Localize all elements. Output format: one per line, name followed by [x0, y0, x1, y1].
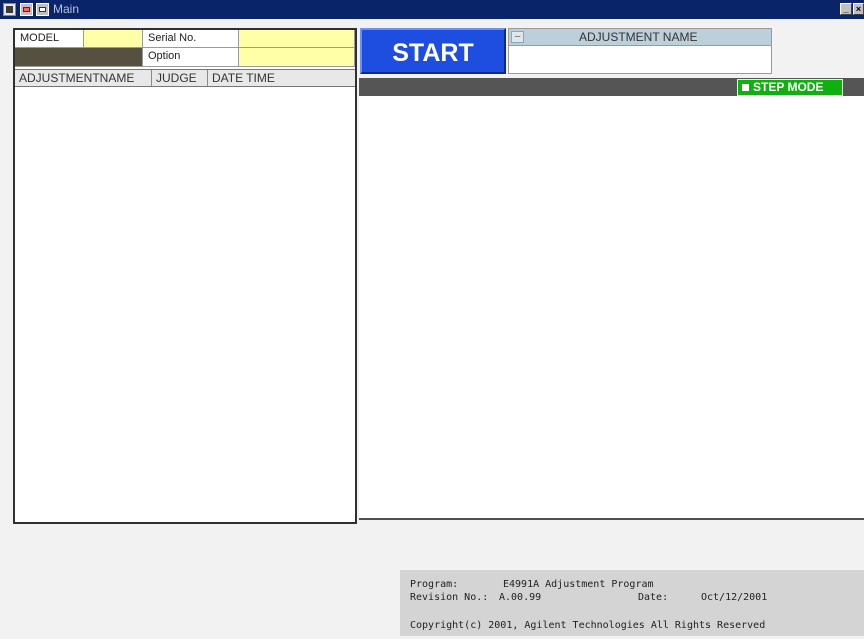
window-mode-icon[interactable] — [20, 3, 33, 16]
results-panel: MODEL Serial No. Option ADJUSTMENTNAME J… — [13, 28, 357, 524]
minimize-button[interactable]: _ — [840, 3, 852, 15]
step-mode-label: STEP MODE — [753, 80, 824, 94]
program-label: Program: — [410, 579, 459, 590]
revision-value: A.00.99 — [499, 592, 542, 603]
title-bar[interactable]: Main _ × — [0, 0, 864, 19]
adjustment-name-box: – ADJUSTMENT NAME — [508, 28, 772, 74]
column-adjustment-name[interactable]: ADJUSTMENTNAME — [15, 70, 152, 86]
window-restore-icon[interactable] — [36, 3, 49, 16]
output-area[interactable] — [359, 96, 864, 520]
table-header: ADJUSTMENTNAME JUDGE DATE TIME — [15, 69, 355, 87]
step-mode-toggle[interactable]: STEP MODE — [737, 79, 843, 96]
date-value: Oct/12/2001 — [701, 592, 768, 603]
column-judge[interactable]: JUDGE — [152, 70, 208, 86]
option-label: Option — [143, 48, 239, 67]
adjustment-header-label: ADJUSTMENT NAME — [579, 30, 698, 44]
window-title: Main — [53, 2, 80, 16]
program-value: E4991A Adjustment Program — [503, 579, 654, 590]
column-date-time[interactable]: DATE TIME — [208, 70, 355, 86]
app-icon[interactable] — [3, 3, 16, 16]
model-label: MODEL — [15, 30, 84, 48]
revision-label: Revision No.: — [410, 592, 489, 603]
model-field[interactable] — [84, 30, 143, 48]
close-button[interactable]: × — [853, 3, 864, 15]
checkbox-icon — [742, 84, 749, 91]
serial-field[interactable] — [239, 30, 355, 48]
start-button[interactable]: START — [360, 28, 506, 74]
adjustment-header: – ADJUSTMENT NAME — [509, 29, 771, 46]
date-label: Date: — [638, 592, 669, 603]
model-extra-field — [15, 48, 143, 67]
results-list[interactable] — [15, 87, 355, 522]
option-field[interactable] — [239, 48, 355, 67]
program-info: Program: E4991A Adjustment Program Revis… — [400, 570, 864, 636]
collapse-button[interactable]: – — [511, 31, 524, 43]
serial-label: Serial No. — [143, 30, 239, 48]
copyright-text: Copyright(c) 2001, Agilent Technologies … — [410, 620, 766, 631]
